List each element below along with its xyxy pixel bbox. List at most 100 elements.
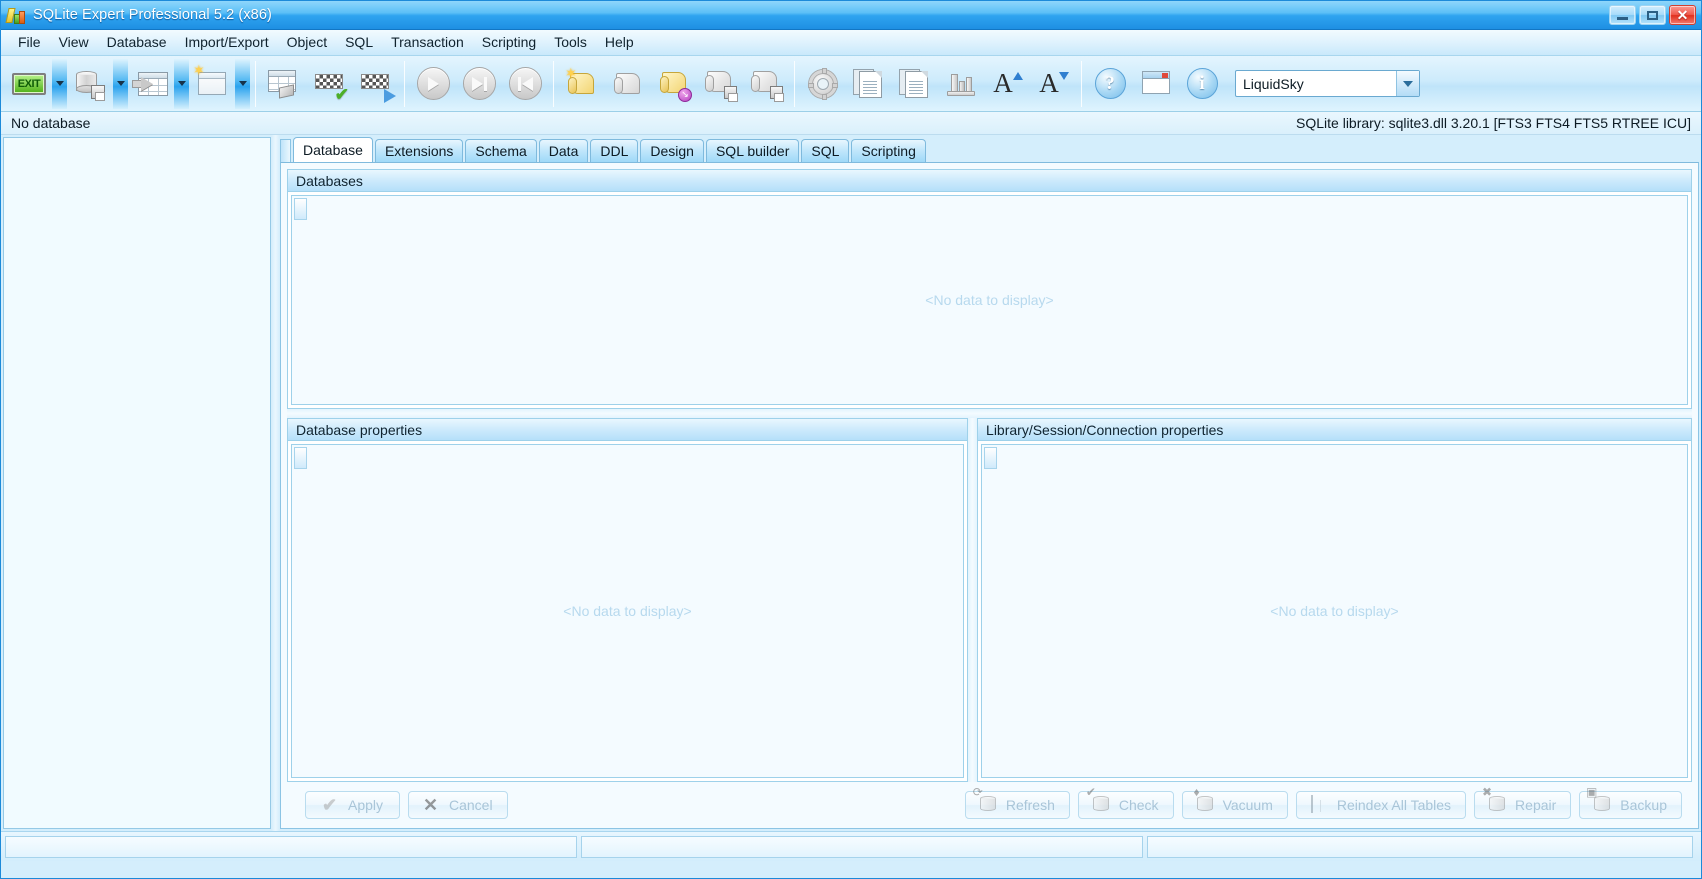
tab-design[interactable]: Design — [640, 139, 704, 162]
paste-button[interactable] — [892, 59, 938, 109]
apply-button[interactable]: ✔ Apply — [305, 791, 400, 819]
cancel-button-label: Cancel — [449, 797, 493, 813]
cancel-button[interactable]: ✕ Cancel — [408, 791, 508, 819]
execute-back-button[interactable] — [502, 59, 548, 109]
save-database-button[interactable] — [67, 59, 113, 109]
databases-grid[interactable]: <No data to display> — [291, 195, 1688, 405]
import-table-dropdown-arrow[interactable] — [174, 58, 189, 109]
toolbar-separator — [404, 60, 405, 107]
theme-select[interactable]: LiquidSky — [1235, 70, 1420, 97]
refresh-button[interactable]: ⟳ Refresh — [964, 786, 1070, 819]
tab-ddl[interactable]: DDL — [590, 139, 639, 162]
run-data-button[interactable] — [353, 59, 399, 109]
bar-chart-icon — [947, 72, 975, 96]
save-sql-button[interactable] — [697, 59, 743, 109]
library-properties-grid[interactable]: <No data to display> — [981, 444, 1688, 778]
exit-dropdown-arrow[interactable] — [52, 58, 67, 109]
grid-corner-cell[interactable] — [294, 198, 307, 220]
window-title: SQLite Expert Professional 5.2 (x86) — [33, 7, 272, 23]
copy-button[interactable] — [846, 59, 892, 109]
refresh-button-label: Refresh — [1005, 797, 1055, 813]
grid-corner-cell[interactable] — [294, 447, 307, 469]
execute-step-button[interactable] — [456, 59, 502, 109]
grid-corner-cell[interactable] — [984, 447, 998, 469]
library-properties-panel: Library/Session/Connection properties <N… — [977, 418, 1692, 782]
reindex-all-tables-button[interactable]: Reindex All Tables — [1295, 791, 1467, 819]
database-properties-grid[interactable]: <No data to display> — [291, 444, 965, 778]
save-database-dropdown-arrow[interactable] — [113, 58, 128, 109]
status-panel-1 — [5, 835, 577, 858]
help-button[interactable]: ? — [1087, 59, 1133, 109]
database-backup-icon: ▣ — [1586, 786, 1613, 815]
menu-item-view[interactable]: View — [50, 31, 98, 54]
tab-scripting[interactable]: Scripting — [851, 139, 926, 162]
window-controls: ✕ — [1609, 5, 1699, 25]
play-icon — [384, 88, 396, 103]
import-table-button[interactable] — [128, 59, 174, 109]
repair-button[interactable]: ✖ Repair — [1474, 786, 1572, 819]
vacuum-button[interactable]: ♦ Vacuum — [1181, 786, 1288, 819]
tab-data[interactable]: Data — [538, 139, 589, 162]
tab-schema[interactable]: Schema — [465, 139, 537, 162]
new-sql-button[interactable]: ✶ — [559, 59, 605, 109]
exit-button[interactable]: EXIT — [6, 59, 52, 109]
tab-label: Schema — [475, 143, 527, 159]
check-updates-button[interactable] — [1133, 59, 1179, 109]
tab-label: Database — [303, 142, 363, 158]
tab-sql[interactable]: SQL — [801, 139, 850, 162]
content-area: Database Extensions Schema Data DDL Desi… — [280, 137, 1699, 829]
menu-item-sql[interactable]: SQL — [336, 31, 382, 54]
about-button[interactable]: i — [1179, 59, 1225, 109]
properties-splitter[interactable] — [968, 418, 978, 782]
toolbar-separator — [1081, 60, 1082, 107]
sparkle-icon: ✶ — [565, 64, 577, 81]
database-repair-icon: ✖ — [1482, 786, 1508, 815]
tab-label: Design — [650, 143, 694, 159]
save-sql-as-button[interactable] — [743, 59, 789, 109]
menu-item-transaction[interactable]: Transaction — [382, 31, 473, 54]
menu-item-tools[interactable]: Tools — [545, 31, 596, 54]
execute-button[interactable] — [410, 59, 456, 109]
minimize-icon — [1617, 17, 1628, 20]
clear-sql-button[interactable] — [605, 59, 651, 109]
chevron-down-icon[interactable] — [1396, 71, 1419, 96]
databases-panel: Databases <No data to display> — [287, 169, 1692, 409]
apply-data-button[interactable]: ✔ — [307, 59, 353, 109]
chart-button[interactable] — [938, 59, 984, 109]
menu-item-database[interactable]: Database — [98, 31, 176, 54]
maximize-button[interactable] — [1639, 5, 1666, 25]
apply-button-label: Apply — [347, 797, 384, 813]
database-save-icon — [73, 67, 107, 101]
options-button[interactable] — [800, 59, 846, 109]
toolbar-separator — [553, 60, 554, 107]
new-window-button[interactable]: ✶ — [189, 59, 235, 109]
main-area: Database Extensions Schema Data DDL Desi… — [1, 135, 1701, 831]
backup-button[interactable]: ▣ Backup — [1579, 786, 1682, 819]
database-tree-panel[interactable] — [3, 137, 271, 829]
decrease-font-button[interactable]: A — [1030, 59, 1076, 109]
design-table-button[interactable] — [261, 59, 307, 109]
font-letter: A — [1039, 68, 1059, 98]
horizontal-splitter[interactable] — [287, 409, 1692, 418]
vacuum-button-label: Vacuum — [1222, 797, 1273, 813]
menu-item-scripting[interactable]: Scripting — [473, 31, 545, 54]
tab-database[interactable]: Database — [293, 137, 373, 162]
menu-item-import-export[interactable]: Import/Export — [176, 31, 278, 54]
menu-item-help[interactable]: Help — [596, 31, 643, 54]
status-panel-3 — [1147, 835, 1693, 858]
databases-empty-text: <No data to display> — [925, 292, 1054, 308]
script-clear-icon — [611, 67, 645, 101]
new-window-dropdown-arrow[interactable] — [235, 58, 250, 109]
toolbar-group-file: EXIT ✶ — [6, 58, 250, 109]
font-increase-icon: A — [993, 70, 1023, 97]
minimize-button[interactable] — [1609, 5, 1636, 25]
menu-item-file[interactable]: File — [9, 31, 50, 54]
tab-sql-builder[interactable]: SQL builder — [705, 139, 800, 162]
close-button[interactable]: ✕ — [1669, 5, 1696, 25]
check-button[interactable]: ✔ Check — [1077, 786, 1174, 819]
load-sql-button[interactable]: ↘ — [651, 59, 697, 109]
menu-item-object[interactable]: Object — [278, 31, 336, 54]
vertical-splitter[interactable] — [271, 135, 280, 831]
tab-extensions[interactable]: Extensions — [374, 139, 464, 162]
increase-font-button[interactable]: A — [984, 59, 1030, 109]
